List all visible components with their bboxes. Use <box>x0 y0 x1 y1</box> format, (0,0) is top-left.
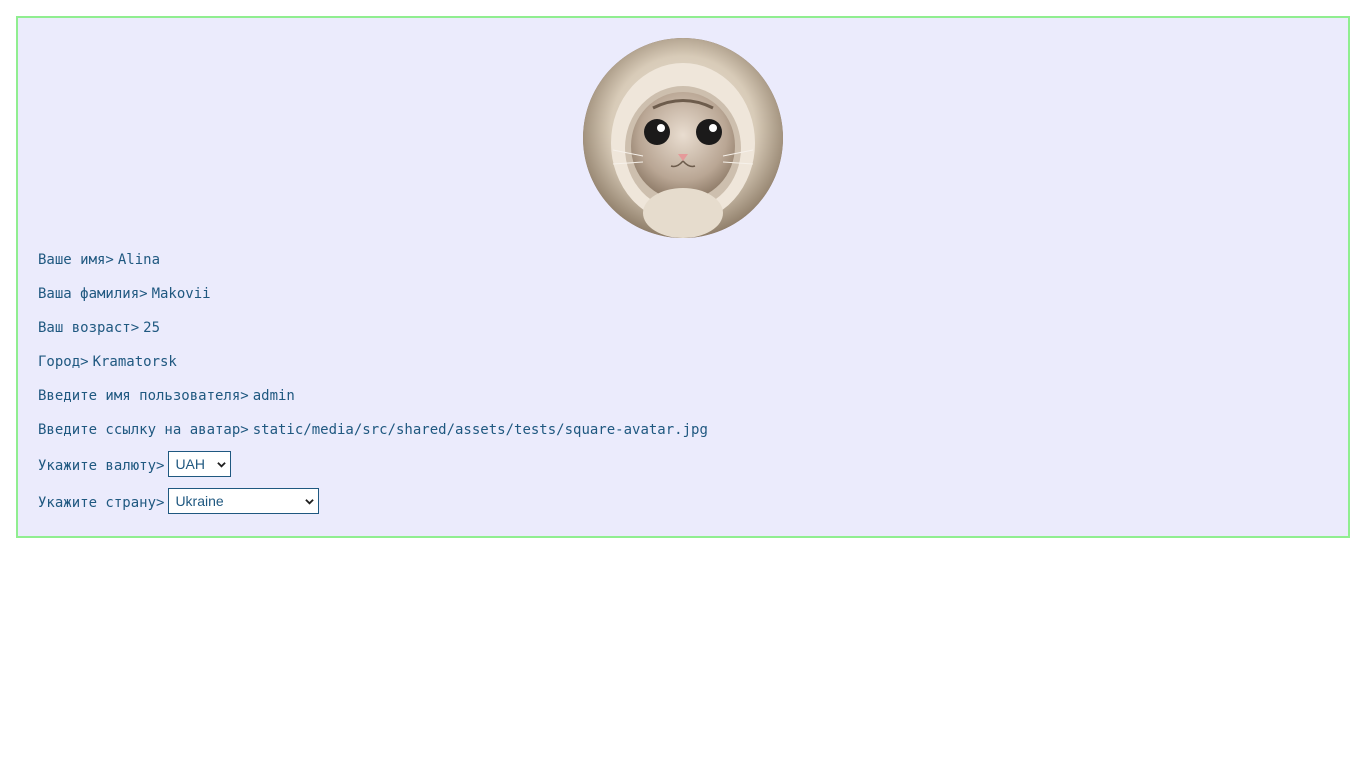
first-name-label: Ваше имя> <box>38 252 114 268</box>
chevron-down-icon <box>305 499 315 505</box>
avatar-link-value: static/media/src/shared/assets/tests/squ… <box>252 422 708 438</box>
country-row: Укажите страну> Ukraine <box>38 488 320 514</box>
username-label: Введите имя пользователя> <box>38 388 249 404</box>
first-name-value: Alina <box>117 252 161 268</box>
avatar-link-label: Введите ссылку на аватар> <box>38 422 249 438</box>
country-select[interactable]: Ukraine <box>168 488 320 514</box>
last-name-value: Makovii <box>151 286 211 302</box>
city-row: Город> Kramatorsk <box>38 352 177 372</box>
country-selected-value: Ukraine <box>175 493 224 509</box>
currency-select[interactable]: UAH <box>168 451 232 477</box>
last-name-label: Ваша фамилия> <box>38 286 148 302</box>
currency-row: Укажите валюту> UAH <box>38 451 232 477</box>
avatar-link-row: Введите ссылку на аватар> static/media/sr… <box>38 420 708 440</box>
age-value: 25 <box>143 320 161 336</box>
last-name-row: Ваша фамилия> Makovii <box>38 284 211 304</box>
currency-selected-value: UAH <box>175 456 205 472</box>
age-label: Ваш возраст> <box>38 320 140 336</box>
currency-label: Укажите валюту> <box>38 457 165 474</box>
username-row: Введите имя пользователя> admin <box>38 386 295 406</box>
chevron-down-icon <box>217 462 227 468</box>
profile-card: Ваше имя> Alina Ваша фамилия> Makovii Ваш … <box>16 16 1350 538</box>
first-name-row: Ваше имя> Alina <box>38 250 160 270</box>
avatar <box>583 38 783 238</box>
username-value: admin <box>252 388 295 404</box>
city-label: Город> <box>38 354 89 370</box>
city-value: Kramatorsk <box>92 354 177 370</box>
cat-avatar-image <box>583 38 783 238</box>
age-row: Ваш возраст> 25 <box>38 318 160 338</box>
country-label: Укажите страну> <box>38 494 165 511</box>
